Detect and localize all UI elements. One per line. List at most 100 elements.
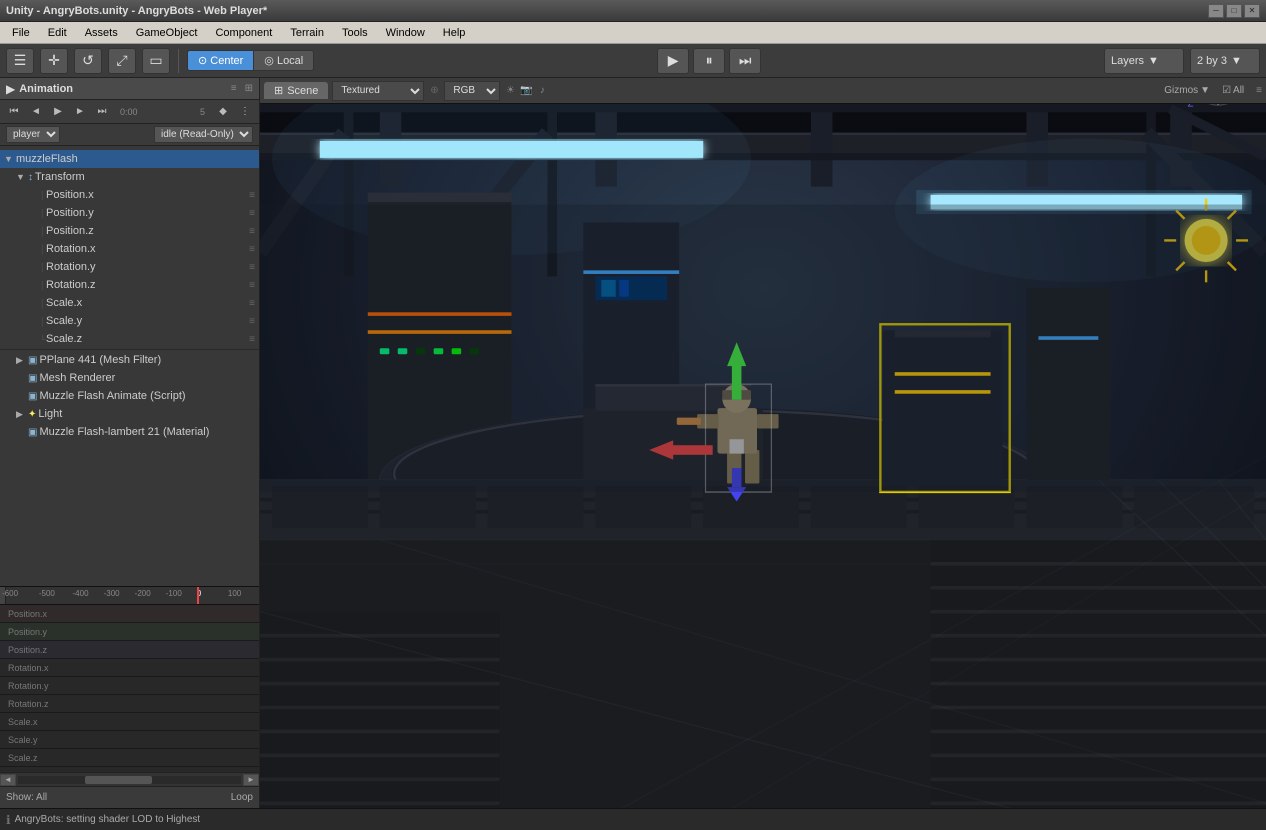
- tree-label-scalez: Scale.z: [46, 333, 82, 345]
- tree-item-rotationz[interactable]: │ Rotation.z ≡: [0, 276, 259, 294]
- scroll-left-button[interactable]: ◄: [0, 774, 16, 786]
- anim-add-key-button[interactable]: ◆: [213, 103, 233, 121]
- pause-button[interactable]: ⏸: [693, 48, 725, 74]
- move-tool-button[interactable]: ✛: [40, 48, 68, 74]
- tree-item-rotationy[interactable]: │ Rotation.y ≡: [0, 258, 259, 276]
- all-label: All: [1233, 85, 1244, 96]
- scroll-thumb[interactable]: [85, 776, 152, 784]
- tree-label-positionx: Position.x: [46, 189, 94, 201]
- scene-camera-icon: 📷: [520, 85, 532, 96]
- tree-label-rotationx: Rotation.x: [46, 243, 96, 255]
- show-label: Show: All: [6, 792, 47, 803]
- scroll-right-button[interactable]: ►: [243, 774, 259, 786]
- scene-overflow-icon[interactable]: ≡: [1256, 85, 1262, 96]
- loop-label: Loop: [231, 792, 253, 803]
- animation-panel-header: ▶ Animation ≡ ⊞: [0, 78, 259, 100]
- close-button[interactable]: ✕: [1244, 4, 1260, 18]
- layers-dropdown[interactable]: Layers ▼: [1104, 48, 1184, 74]
- menu-help[interactable]: Help: [435, 25, 474, 41]
- player-select[interactable]: player: [6, 126, 60, 143]
- menu-edit[interactable]: Edit: [40, 25, 75, 41]
- gizmos-chevron-icon: ▼: [1200, 85, 1210, 96]
- play-button[interactable]: ▶: [657, 48, 689, 74]
- menu-assets[interactable]: Assets: [77, 25, 126, 41]
- tree-item-light[interactable]: ▶ ✦ Light: [0, 405, 259, 423]
- step-button[interactable]: ⏭: [729, 48, 761, 74]
- tree-item-meshrenderer[interactable]: ▣ Mesh Renderer: [0, 369, 259, 387]
- render-mode-select[interactable]: Textured Wireframe Textured Wire: [332, 81, 424, 101]
- tree-item-scalex[interactable]: │ Scale.x ≡: [0, 294, 259, 312]
- anim-play-button[interactable]: ▶: [48, 103, 68, 121]
- tree-item-muzzlescript[interactable]: ▣ Muzzle Flash Animate (Script): [0, 387, 259, 405]
- all-gizmos-button[interactable]: ☑ All: [1222, 85, 1244, 96]
- pivot-group: ⊙ Center ◎ Local: [187, 50, 314, 71]
- menu-window[interactable]: Window: [378, 25, 433, 41]
- menu-component[interactable]: Component: [207, 25, 280, 41]
- panel-menu-icon[interactable]: ≡: [231, 83, 237, 94]
- timeline-scrollbar[interactable]: ◄ ►: [0, 772, 259, 786]
- gizmos-button[interactable]: Gizmos ▼: [1164, 85, 1210, 96]
- scene-tab-label: Scene: [287, 85, 318, 97]
- tree-item-material[interactable]: ▣ Muzzle Flash-lambert 21 (Material): [0, 423, 259, 441]
- anim-rewind-button[interactable]: ⏮: [4, 103, 24, 121]
- tree-item-scalez[interactable]: └ Scale.z ≡: [0, 330, 259, 348]
- layout-label: 2 by 3: [1197, 55, 1227, 67]
- tree-item-positiony[interactable]: │ Position.y ≡: [0, 204, 259, 222]
- track-scalex: Scale.x: [0, 713, 259, 731]
- timeline-playhead[interactable]: [197, 587, 199, 604]
- panel-expand-icon[interactable]: ⊞: [245, 83, 253, 94]
- timeline-tracks: Position.x Position.y Position.z Rotatio…: [0, 605, 259, 770]
- tree-item-rotationx[interactable]: │ Rotation.x ≡: [0, 240, 259, 258]
- left-panel: ▶ Animation ≡ ⊞ ⏮ ◄ ▶ ► ⏭ 0:00 5 ◆ ⋮ pla…: [0, 78, 260, 808]
- local-button[interactable]: ◎ Local: [254, 51, 313, 70]
- time-200n: -200: [135, 589, 151, 598]
- maximize-button[interactable]: □: [1226, 4, 1242, 18]
- layout-chevron-icon: ▼: [1231, 55, 1242, 67]
- tree-item-positionz[interactable]: │ Position.z ≡: [0, 222, 259, 240]
- anim-time-display: 0:00: [114, 107, 144, 117]
- muzzlescript-icon: ▣: [28, 391, 37, 402]
- menu-gameobject[interactable]: GameObject: [128, 25, 206, 41]
- tree-label-light: Light: [38, 408, 62, 420]
- tree-item-muzzleflash[interactable]: ▼ muzzleFlash: [0, 150, 259, 168]
- minimize-button[interactable]: ─: [1208, 4, 1224, 18]
- state-select[interactable]: idle (Read-Only): [154, 126, 253, 143]
- tree-item-positionx[interactable]: │ Position.x ≡: [0, 186, 259, 204]
- layers-chevron-icon: ▼: [1148, 55, 1159, 67]
- scene-tab[interactable]: ⊞ Scene: [264, 82, 328, 99]
- tree-item-scaley[interactable]: │ Scale.y ≡: [0, 312, 259, 330]
- menu-terrain[interactable]: Terrain: [282, 25, 332, 41]
- tree-item-pplane[interactable]: ▶ ▣ PPlane 441 (Mesh Filter): [0, 351, 259, 369]
- tree-label-muzzleflash: muzzleFlash: [16, 153, 78, 165]
- scroll-track: [18, 776, 241, 784]
- anim-end-button[interactable]: ⏭: [92, 103, 112, 121]
- toolbar-separator-1: [178, 49, 179, 73]
- anim-key-options-button[interactable]: ⋮: [235, 103, 255, 121]
- window-title: Unity - AngryBots.unity - AngryBots - We…: [6, 5, 267, 17]
- tree-label-material: Muzzle Flash-lambert 21 (Material): [39, 426, 209, 438]
- tree-divider-1: [0, 349, 259, 350]
- scene-toolbar: ⊞ Scene Textured Wireframe Textured Wire…: [260, 78, 1266, 104]
- time-100n: -100: [166, 589, 182, 598]
- animation-icon: ▶: [6, 82, 15, 96]
- time-400n: -400: [73, 589, 89, 598]
- menu-file[interactable]: File: [4, 25, 38, 41]
- layout-dropdown[interactable]: 2 by 3 ▼: [1190, 48, 1260, 74]
- color-mode-select[interactable]: RGB Alpha: [444, 81, 500, 101]
- rotate-tool-button[interactable]: ↺: [74, 48, 102, 74]
- center-button[interactable]: ⊙ Center: [188, 51, 254, 70]
- tree-item-transform[interactable]: ▼ ↕ Transform: [0, 168, 259, 186]
- tree-label-rotationz: Rotation.z: [46, 279, 96, 291]
- anim-next-button[interactable]: ►: [70, 103, 90, 121]
- status-info-icon: ℹ: [6, 813, 11, 827]
- scene-viewport[interactable]: Y X Z: [260, 104, 1266, 808]
- light-icon: ✦: [28, 409, 36, 420]
- all-icon: ☑: [1222, 85, 1231, 96]
- anim-prev-button[interactable]: ◄: [26, 103, 46, 121]
- time-100: 100: [228, 589, 241, 598]
- rect-tool-button[interactable]: ▭: [142, 48, 170, 74]
- scene-svg: Y X Z: [260, 104, 1266, 808]
- scale-tool-button[interactable]: ⤢: [108, 48, 136, 74]
- hand-tool-button[interactable]: ☰: [6, 48, 34, 74]
- menu-tools[interactable]: Tools: [334, 25, 376, 41]
